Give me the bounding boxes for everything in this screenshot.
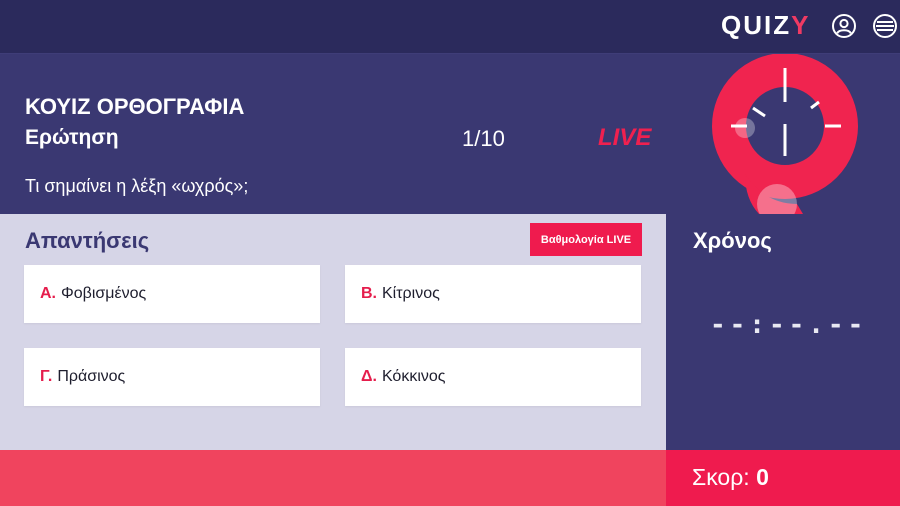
timer-title: Χρόνος [693,228,772,253]
hamburger-circle-icon [873,14,897,38]
quiz-app: QUIZY ΚΟΥΙΖ ΟΡΘΟΓΡΑΦΙΑ Ερώτηση 1/10 LIVE… [0,0,900,506]
timer-panel: Χρόνος --:--.-- [666,214,900,450]
quiz-title: ΚΟΥΙΖ ΟΡΘΟΓΡΑΦΙΑ [25,94,245,119]
answer-letter: Γ. [40,368,53,385]
answers-panel: Απαντήσεις Βαθμολογία LIVE Α. Φοβισμένος… [0,214,666,450]
answers-title: Απαντήσεις [25,228,150,253]
answer-letter: Β. [361,285,377,302]
user-button[interactable] [831,13,857,39]
score-panel: Σκορ: 0 [666,450,900,506]
answer-letter: Α. [40,285,56,302]
answer-text: Κόκκινος [381,368,446,385]
quizy-logo[interactable]: QUIZY [721,9,810,41]
logo-accent-letter: Y [791,10,811,40]
question-label: Ερώτηση [25,126,119,149]
answer-text: Πράσινος [57,368,126,385]
answer-option-b[interactable]: Β. Κίτρινος [345,265,641,323]
score: Σκορ: 0 [692,464,769,491]
question-text: Τι σημαίνει η λέξη «ωχρός»; [25,176,249,196]
answer-text: Φοβισμένος [61,285,147,302]
answer-option-c[interactable]: Γ. Πράσινος [24,348,320,406]
answer-letter: Δ. [361,368,377,385]
question-counter: 1/10 [462,126,505,151]
live-badge: LIVE [598,124,652,151]
answer-text: Κίτρινος [382,285,440,302]
quiz-mascot-graphic [712,54,858,214]
user-circle-icon [832,14,856,38]
top-bar: QUIZY [0,0,900,54]
score-label: Σκορ: [692,464,750,490]
logo-text: QUIZ [721,10,792,40]
timer-display: --:--.-- [710,310,868,340]
answer-option-a[interactable]: Α. Φοβισμένος [24,265,320,323]
answer-option-d[interactable]: Δ. Κόκκινος [345,348,641,406]
footer-bar [0,450,666,506]
score-value: 0 [756,464,769,490]
live-score-button[interactable]: Βαθμολογία LIVE [530,223,642,256]
menu-button[interactable] [872,13,898,39]
